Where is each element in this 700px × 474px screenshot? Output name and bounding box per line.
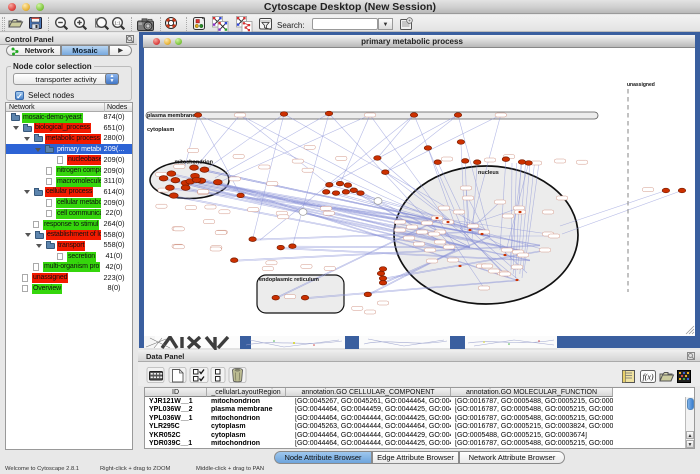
svg-text:1:1: 1:1 — [114, 21, 121, 26]
svg-text:endoplasmic reticulum: endoplasmic reticulum — [259, 277, 319, 283]
svg-text:plasma membrane: plasma membrane — [147, 113, 195, 119]
svg-text:cytoplasm: cytoplasm — [147, 127, 174, 133]
svg-text:unassigned: unassigned — [627, 82, 655, 88]
svg-text:f(x): f(x) — [642, 373, 653, 382]
svg-text:nucleus: nucleus — [478, 170, 499, 176]
